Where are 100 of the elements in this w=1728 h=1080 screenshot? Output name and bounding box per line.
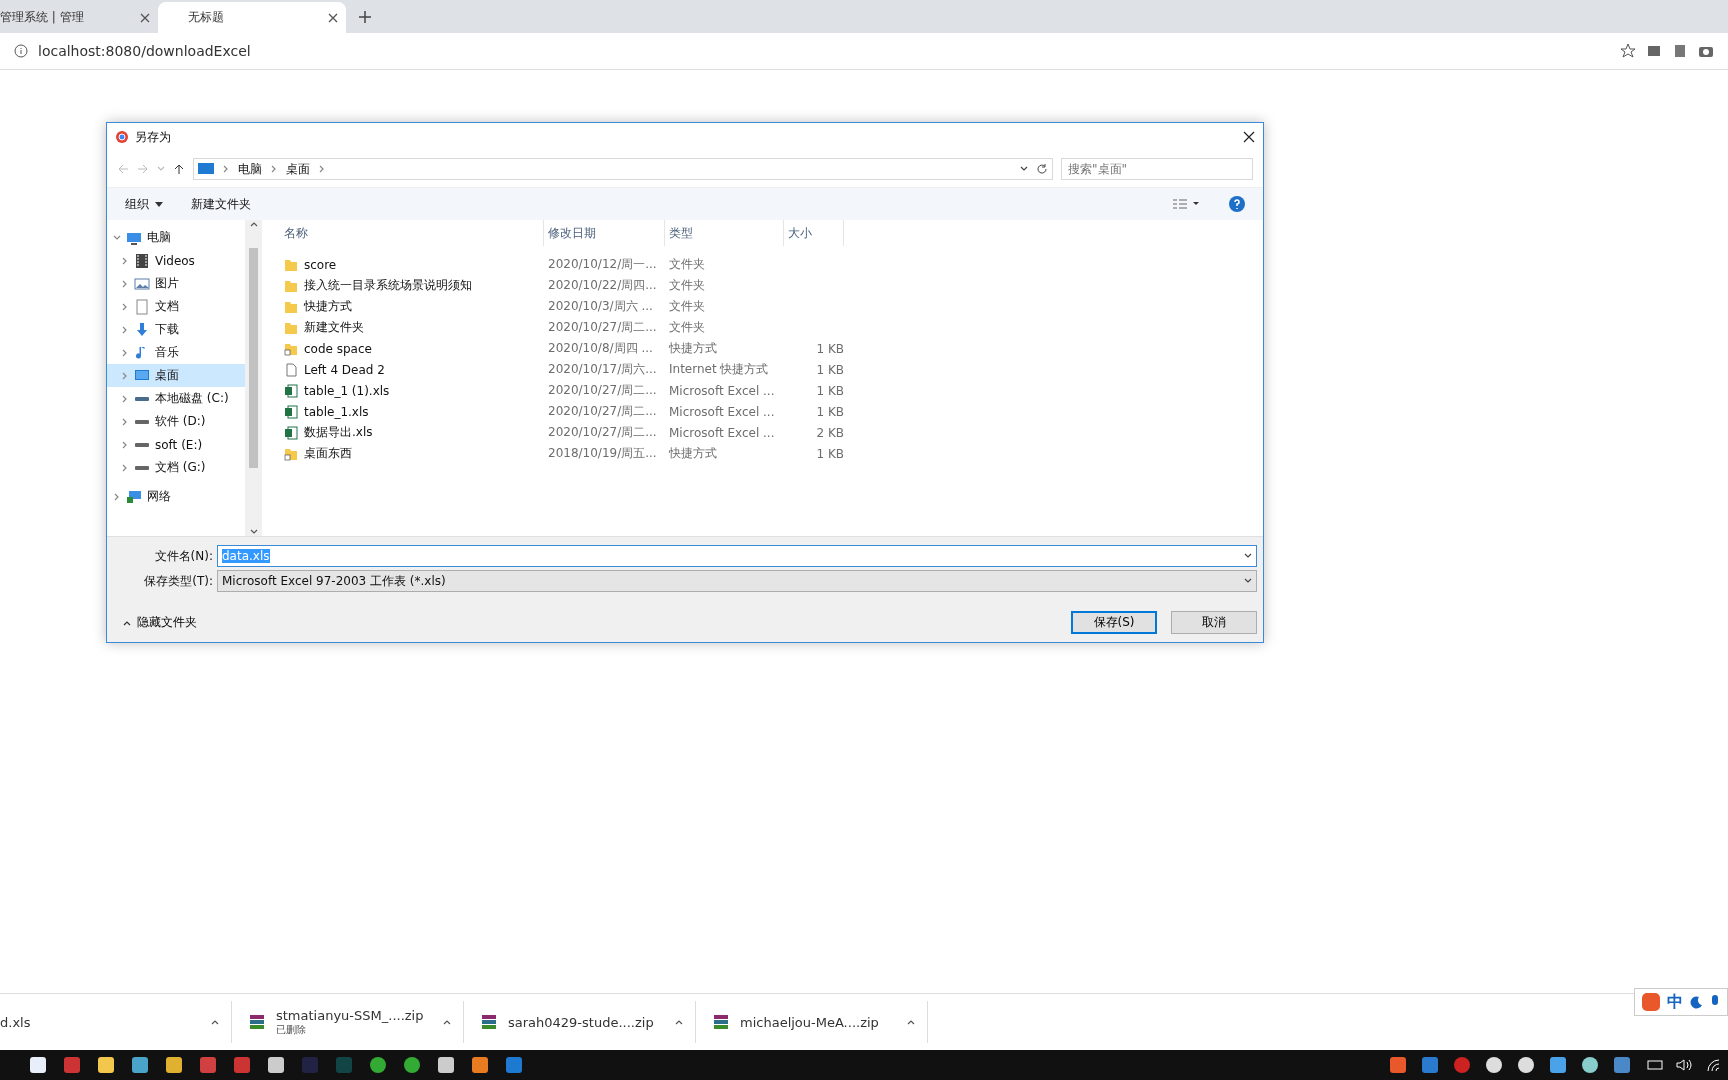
- nav-item[interactable]: 音乐: [107, 341, 245, 364]
- column-header[interactable]: 名称: [284, 220, 544, 246]
- type-cell-text: Microsoft Excel ...: [668, 383, 776, 398]
- file-row[interactable]: 数据导出.xls 2020/10/27/周二... Microsoft Excel ... 2 KB: [284, 422, 1263, 443]
- size-cell-text: 1 KB: [815, 362, 844, 377]
- file-row[interactable]: score 2020/10/12/周一... 文件夹: [284, 254, 1263, 275]
- chevron-icon: [249, 220, 258, 228]
- wifi-icon[interactable]: [1706, 1058, 1722, 1072]
- date-cell-text: 2020/10/3/周六 ...: [547, 298, 654, 315]
- moon-icon: [1689, 995, 1703, 1009]
- size-cell-text: 1 KB: [815, 341, 844, 356]
- star-icon[interactable]: [1620, 43, 1636, 59]
- file-row[interactable]: 新建文件夹 2020/10/27/周二... 文件夹: [284, 317, 1263, 338]
- chevron-icon: [121, 417, 129, 426]
- ime-toolbar[interactable]: 中: [1634, 988, 1728, 1016]
- nav-item[interactable]: Videos: [107, 249, 245, 272]
- column-header[interactable]: 大小: [784, 220, 844, 246]
- app-icon[interactable]: [1516, 1055, 1536, 1075]
- download-item[interactable]: michaeljou-MeA....zip: [696, 1001, 928, 1043]
- cancel-button[interactable]: 取消: [1171, 611, 1257, 634]
- file-row[interactable]: table_1 (1).xls 2020/10/27/周二... Microsoft Excel ... 1 KB: [284, 380, 1263, 401]
- file-row[interactable]: table_1.xls 2020/10/27/周二... Microsoft Excel ... 1 KB: [284, 401, 1263, 422]
- nav-item[interactable]: 文档: [107, 295, 245, 318]
- app-icon[interactable]: [470, 1055, 490, 1075]
- file-name: Left 4 Dead 2: [284, 362, 544, 377]
- volume-icon[interactable]: [1676, 1058, 1694, 1072]
- breadcrumb-item[interactable]: 桌面: [286, 160, 310, 178]
- app-icon[interactable]: [1548, 1055, 1568, 1075]
- nav-item[interactable]: soft (E:): [107, 433, 245, 456]
- file-name: code space: [284, 341, 544, 356]
- file-row[interactable]: 快捷方式 2020/10/3/周六 ... 文件夹: [284, 296, 1263, 317]
- download-name: d.xls: [0, 1014, 32, 1030]
- scrollbar[interactable]: [245, 220, 262, 536]
- close-icon[interactable]: [1243, 131, 1255, 143]
- dialog-title: 另存为: [135, 128, 172, 146]
- file-name: 新建文件夹: [284, 319, 544, 336]
- type-cell-text: 文件夹: [668, 298, 706, 315]
- download-name: stmatianyu-SSM_....zip: [276, 1007, 425, 1023]
- app-icon[interactable]: [130, 1055, 150, 1075]
- file-name: table_1.xls: [284, 404, 544, 419]
- view-options-icon[interactable]: [1173, 198, 1201, 210]
- nav-item[interactable]: 文档 (G:): [107, 456, 245, 479]
- download-item[interactable]: sarah0429-stude....zip: [464, 1001, 696, 1043]
- app-icon[interactable]: [266, 1055, 286, 1075]
- date-cell-text: 2020/10/27/周二...: [547, 424, 658, 441]
- field-label: 文件名(N):: [153, 547, 213, 565]
- nav-item[interactable]: 下载: [107, 318, 245, 341]
- app-icon[interactable]: [1484, 1055, 1504, 1075]
- refresh-icon[interactable]: [1036, 163, 1048, 175]
- battery-icon[interactable]: [1644, 1058, 1664, 1072]
- breadcrumb-item[interactable]: 电脑: [238, 160, 262, 178]
- column-header[interactable]: 类型: [665, 220, 784, 246]
- file-name: 接入统一目录系统场景说明须知: [284, 277, 544, 294]
- document-icon: [134, 298, 150, 315]
- hide-folders-button[interactable]: 隐藏文件夹: [117, 613, 1057, 632]
- new-tab-icon[interactable]: [358, 10, 372, 24]
- app-icon[interactable]: [28, 1055, 48, 1075]
- date-cell-text: 2020/10/22/周四...: [547, 277, 658, 294]
- close-icon[interactable]: [328, 12, 338, 23]
- nav-item[interactable]: 桌面: [107, 364, 245, 387]
- download-item[interactable]: d.xls: [0, 1001, 232, 1043]
- file-row[interactable]: 桌面东西 2018/10/19/周五... 快捷方式 1 KB: [284, 443, 1263, 464]
- address-field[interactable]: localhost:8080/downloadExcel: [38, 43, 1610, 59]
- save-button[interactable]: 保存(S): [1071, 611, 1157, 634]
- file-row[interactable]: Left 4 Dead 2 2020/10/17/周六... Internet 快捷方式 1 KB: [284, 359, 1263, 380]
- info-icon[interactable]: [14, 44, 28, 58]
- file-row[interactable]: code space 2020/10/8/周四 ... 快捷方式 1 KB: [284, 338, 1263, 359]
- nav-item[interactable]: 本地磁盘 (C:): [107, 387, 245, 410]
- app-icon[interactable]: [164, 1055, 184, 1075]
- file-row[interactable]: 接入统一目录系统场景说明须知 2020/10/22/周四... 文件夹: [284, 275, 1263, 296]
- app-icon[interactable]: [436, 1055, 456, 1075]
- organize-button[interactable]: 组织: [125, 195, 163, 213]
- new-folder-button[interactable]: 新建文件夹: [191, 195, 251, 213]
- browser-tab[interactable]: 无标题: [158, 2, 346, 33]
- download-status: 已删除: [276, 1023, 307, 1037]
- drive-icon: [134, 441, 150, 448]
- search-field[interactable]: 搜索"桌面": [1061, 158, 1253, 180]
- file-type-dropdown[interactable]: Microsoft Excel 97-2003 工作表 (*.xls): [217, 570, 1257, 592]
- size-cell-text: 1 KB: [815, 404, 844, 419]
- chevron-icon: [121, 371, 129, 380]
- nav-item[interactable]: 电脑: [107, 226, 245, 249]
- type-cell-text: 文件夹: [668, 319, 706, 336]
- nav-item[interactable]: 图片: [107, 272, 245, 295]
- nav-item[interactable]: 软件 (D:): [107, 410, 245, 433]
- app-icon[interactable]: [1580, 1055, 1600, 1075]
- file-name: score: [284, 257, 544, 272]
- help-icon[interactable]: [1229, 196, 1245, 212]
- drive-icon: [134, 418, 150, 425]
- column-header[interactable]: 修改日期: [544, 220, 665, 246]
- nav-item[interactable]: 网络: [107, 485, 245, 508]
- breadcrumb-bar[interactable]: 电脑 桌面: [193, 158, 1053, 180]
- download-item[interactable]: stmatianyu-SSM_....zip 已删除: [232, 1001, 464, 1043]
- archive-icon: [248, 1013, 266, 1031]
- up-arrow-icon[interactable]: [173, 163, 185, 175]
- picture-icon: [134, 275, 150, 292]
- field-label: 保存类型(T):: [143, 572, 213, 590]
- shortcut-icon: [284, 446, 298, 461]
- browser-tab[interactable]: 管理系统 | 管理: [0, 2, 158, 33]
- chevron-icon: [157, 165, 165, 173]
- chevron-icon: [1244, 552, 1252, 560]
